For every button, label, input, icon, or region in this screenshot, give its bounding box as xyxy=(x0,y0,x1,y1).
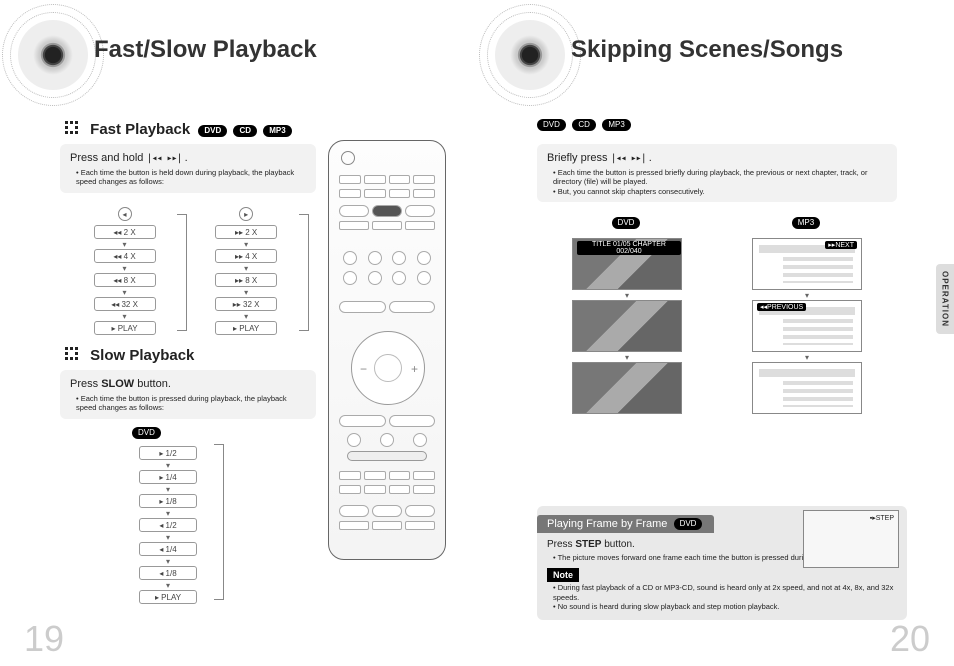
fast-instruction-box: Press and hold |◂◂ ▸▸| . Each time the b… xyxy=(60,144,316,193)
badge-mp3: MP3 xyxy=(263,125,291,137)
fast-badges: DVD CD MP3 xyxy=(198,122,293,139)
slow-instruction-box: Press SLOW button. Each time the button … xyxy=(60,370,316,419)
fast-lead-pre: Press and hold xyxy=(70,152,146,164)
frame-dvd-badge: DVD xyxy=(674,518,703,530)
mp3-screen-thumb: ▸▸NEXT xyxy=(752,238,862,290)
slow-step: ◂ 1/4 xyxy=(139,542,197,556)
slow-step: ◂ 1/8 xyxy=(139,566,197,580)
badge-dvd: DVD xyxy=(198,125,227,137)
frame-title: Playing Frame by Frame DVD xyxy=(537,515,714,533)
note-item: No sound is heard during slow playback a… xyxy=(547,602,897,611)
slow-step: ▸ 1/8 xyxy=(139,494,197,508)
fast-lead-post: . xyxy=(185,152,188,164)
slow-step: ▸ 1/4 xyxy=(139,470,197,484)
fast-lead: Press and hold |◂◂ ▸▸| . xyxy=(70,152,306,164)
fast-playback-heading: Fast Playback DVD CD MP3 xyxy=(64,118,294,139)
power-icon xyxy=(341,151,355,165)
mp3-next-tag: ▸▸NEXT xyxy=(825,241,857,249)
mp3-screen-thumb xyxy=(752,362,862,414)
slow-dvd-badge: DVD xyxy=(132,427,161,439)
badge-cd: CD xyxy=(233,125,257,137)
mp3-col-badge: MP3 xyxy=(792,217,820,229)
skip-instruction-box: Briefly press |◂◂ ▸▸| . Each time the bu… xyxy=(537,144,897,202)
frame-title-text: Playing Frame by Frame xyxy=(547,518,667,530)
fast-bullet: Each time the button is held down during… xyxy=(76,168,306,187)
fwd-step: ▸▸ 8 X xyxy=(215,273,277,287)
badge-cd: CD xyxy=(572,119,596,131)
rev-step: ◂◂ 8 X xyxy=(94,273,156,287)
slow-lead-pre: Press xyxy=(70,378,101,390)
slow-step: ◂ 1/2 xyxy=(139,518,197,532)
speaker-decoration xyxy=(495,20,565,90)
rev-column: ◂ ◂◂ 2 X▾ ◂◂ 4 X▾ ◂◂ 8 X▾ ◂◂ 32 X▾ ▸ PLA… xyxy=(66,204,183,337)
section-tab-operation: OPERATION xyxy=(936,264,954,334)
skip-prev-next-icon: |◂◂ ▸▸| xyxy=(611,153,646,164)
frame-lead-bold: STEP xyxy=(575,539,601,550)
dvd-screen-thumb xyxy=(572,362,682,414)
badge-mp3: MP3 xyxy=(602,119,630,131)
frame-lead-pre: Press xyxy=(547,539,575,550)
rev-step: ◂◂ 4 X xyxy=(94,249,156,263)
fwd-step: ▸ PLAY xyxy=(215,321,277,335)
remote-control-illustration: +− xyxy=(328,140,446,560)
note-label: Note xyxy=(547,568,579,582)
bullet-icon xyxy=(64,120,80,136)
fwd-step: ▸▸ 4 X xyxy=(215,249,277,263)
dvd-screen-thumb: TITLE 01/05 CHAPTER 002/040 xyxy=(572,238,682,290)
skip-bullet: Each time the button is pressed briefly … xyxy=(553,168,887,187)
slow-step: ▸ PLAY xyxy=(139,590,197,604)
fast-heading-text: Fast Playback xyxy=(90,121,190,138)
dvd-screen-thumb xyxy=(572,300,682,352)
slow-column: DVD ▸ 1/2▾ ▸ 1/4▾ ▸ 1/8▾ ◂ 1/2▾ ◂ 1/4▾ ◂… xyxy=(94,424,242,606)
mp3-prev-tag: ◂◂PREVIOUS xyxy=(757,303,806,311)
page-title: Skipping Scenes/Songs xyxy=(571,36,843,64)
slow-heading-text: Slow Playback xyxy=(90,347,194,364)
nav-ring: +− xyxy=(351,331,425,405)
slow-bullet: Each time the button is pressed during p… xyxy=(76,394,306,413)
frame-lead-post: button. xyxy=(604,539,635,550)
frame-screen-thumb: ▪▸STEP xyxy=(803,510,899,568)
fwd-hold-icon: ▸ xyxy=(239,207,253,221)
rev-step: ◂◂ 32 X xyxy=(94,297,156,311)
skip-lead: Briefly press |◂◂ ▸▸| . xyxy=(547,152,887,164)
frame-step-tag: ▪▸STEP xyxy=(870,514,894,522)
speaker-decoration xyxy=(18,20,88,90)
dvd-example-column: DVD TITLE 01/05 CHAPTER 002/040 ▾ ▾ xyxy=(547,214,707,416)
page-number: 20 xyxy=(890,618,930,660)
slow-playback-heading: Slow Playback xyxy=(64,344,194,364)
bullet-icon xyxy=(64,346,80,362)
slow-step: ▸ 1/2 xyxy=(139,446,197,460)
frame-by-frame-box: Playing Frame by Frame DVD ▪▸STEP Press … xyxy=(537,506,907,620)
rev-step: ◂◂ 2 X xyxy=(94,225,156,239)
skip-badges: DVD CD MP3 xyxy=(537,116,633,134)
slow-lead-bold: SLOW xyxy=(101,378,134,390)
skip-bullet: But, you cannot skip chapters consecutiv… xyxy=(553,187,887,196)
fast-speed-panel: ◂ ◂◂ 2 X▾ ◂◂ 4 X▾ ◂◂ 8 X▾ ◂◂ 32 X▾ ▸ PLA… xyxy=(60,196,316,347)
badge-dvd: DVD xyxy=(537,119,566,131)
rev-hold-icon: ◂ xyxy=(118,207,132,221)
dvd-col-badge: DVD xyxy=(612,217,641,229)
skip-lead-post: . xyxy=(649,152,652,164)
mp3-screen-thumb: ◂◂PREVIOUS xyxy=(752,300,862,352)
loop-arrow xyxy=(299,214,309,331)
skip-examples-panel: DVD TITLE 01/05 CHAPTER 002/040 ▾ ▾ MP3 … xyxy=(537,210,897,450)
loop-arrow xyxy=(214,444,224,600)
page-20: Skipping Scenes/Songs DVD CD MP3 Briefly… xyxy=(477,0,954,666)
fwd-column: ▸ ▸▸ 2 X▾ ▸▸ 4 X▾ ▸▸ 8 X▾ ▸▸ 32 X▾ ▸ PLA… xyxy=(188,204,305,337)
fwd-step: ▸▸ 32 X xyxy=(215,297,277,311)
note-item: During fast playback of a CD or MP3-CD, … xyxy=(547,583,897,602)
page-title: Fast/Slow Playback xyxy=(94,36,317,64)
skip-lead-pre: Briefly press xyxy=(547,152,611,164)
slow-lead: Press SLOW button. xyxy=(70,378,306,390)
dvd-osd-tag: TITLE 01/05 CHAPTER 002/040 xyxy=(577,241,681,255)
slow-lead-post: button. xyxy=(137,378,171,390)
fwd-step: ▸▸ 2 X xyxy=(215,225,277,239)
slow-speed-panel: DVD ▸ 1/2▾ ▸ 1/4▾ ▸ 1/8▾ ◂ 1/2▾ ◂ 1/4▾ ◂… xyxy=(88,420,248,616)
mp3-example-column: MP3 ▸▸NEXT ▾ ◂◂PREVIOUS ▾ xyxy=(727,214,887,416)
rev-step: ▸ PLAY xyxy=(94,321,156,335)
page-number: 19 xyxy=(24,618,64,660)
loop-arrow xyxy=(177,214,187,331)
page-19: Fast/Slow Playback Fast Playback DVD CD … xyxy=(0,0,477,666)
skip-prev-next-icon: |◂◂ ▸▸| xyxy=(146,153,181,164)
